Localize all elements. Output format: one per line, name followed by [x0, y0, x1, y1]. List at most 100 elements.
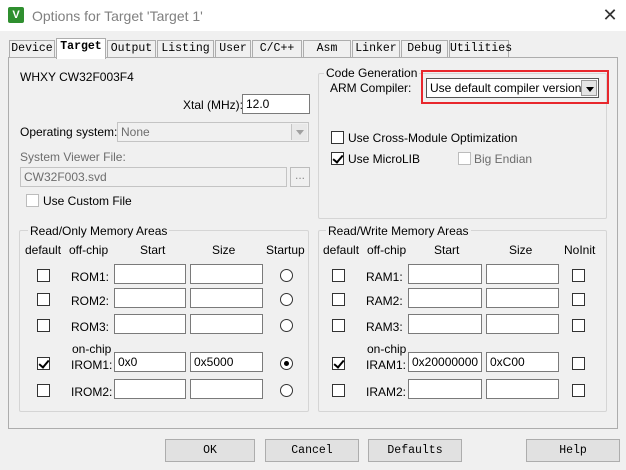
ram-row-name: IRAM1: — [366, 358, 407, 372]
annotation-highlight-box — [421, 70, 609, 104]
ram-size-input[interactable]: 0xC00 — [486, 352, 559, 372]
rom-header-offchip: off-chip — [69, 243, 109, 257]
close-icon[interactable]: ✕ — [596, 2, 624, 28]
ram-default-checkbox[interactable] — [332, 384, 345, 397]
tab-output[interactable]: Output — [107, 40, 156, 58]
ram-size-input[interactable] — [486, 314, 559, 334]
ram-row-name: RAM3: — [366, 320, 403, 334]
ram-header-offchip: off-chip — [367, 243, 407, 257]
ram-default-checkbox[interactable] — [332, 269, 345, 282]
arm-compiler-label: ARM Compiler: — [330, 81, 412, 95]
rom-startup-radio[interactable] — [280, 384, 293, 397]
microlib-label: Use MicroLIB — [348, 152, 421, 166]
ram-start-input[interactable] — [408, 288, 482, 308]
ram-header-noinit: NoInit — [564, 243, 596, 257]
rom-start-input[interactable]: 0x0 — [114, 352, 186, 372]
rom-start-input[interactable] — [114, 288, 186, 308]
svd-input[interactable]: CW32F003.svd — [20, 167, 287, 187]
ram-row-name: IRAM2: — [366, 385, 407, 399]
xtal-label: Xtal (MHz): — [183, 98, 243, 112]
ram-noinit-checkbox[interactable] — [572, 357, 585, 370]
rom-default-checkbox[interactable] — [37, 357, 50, 370]
ram-start-input[interactable] — [408, 379, 482, 399]
ram-start-input[interactable]: 0x20000000 — [408, 352, 482, 372]
rom-default-checkbox[interactable] — [37, 319, 50, 332]
rom-start-input[interactable] — [114, 314, 186, 334]
rom-startup-radio[interactable] — [280, 357, 293, 370]
tab-asm[interactable]: Asm — [303, 40, 351, 58]
ram-noinit-checkbox[interactable] — [572, 269, 585, 282]
code-generation-title: Code Generation — [324, 66, 420, 80]
rom-header-startup: Startup — [266, 243, 305, 257]
rom-size-input[interactable] — [190, 314, 263, 334]
tab-debug[interactable]: Debug — [401, 40, 448, 58]
ram-header-start: Start — [434, 243, 460, 257]
rom-default-checkbox[interactable] — [37, 269, 50, 282]
rom-start-input[interactable] — [114, 264, 186, 284]
rom-startup-radio[interactable] — [280, 319, 293, 332]
ram-default-checkbox[interactable] — [332, 293, 345, 306]
ram-size-input[interactable] — [486, 379, 559, 399]
big-endian-checkbox[interactable] — [458, 152, 471, 165]
tab-utilities[interactable]: Utilities — [449, 40, 512, 58]
ram-size-input[interactable] — [486, 264, 559, 284]
rom-start-input[interactable] — [114, 379, 186, 399]
tab-device[interactable]: Device — [9, 40, 55, 58]
ram-header-default: default — [323, 243, 360, 257]
rom-row-name: ROM1: — [71, 270, 110, 284]
rom-startup-radio[interactable] — [280, 293, 293, 306]
rom-default-checkbox[interactable] — [37, 293, 50, 306]
ram-noinit-checkbox[interactable] — [572, 293, 585, 306]
rom-row-name: ROM3: — [71, 320, 110, 334]
ram-header-size: Size — [509, 243, 533, 257]
ram-default-checkbox[interactable] — [332, 319, 345, 332]
cross-module-checkbox[interactable] — [331, 131, 344, 144]
rom-areas-title: Read/Only Memory Areas — [28, 224, 170, 238]
cross-module-label: Use Cross-Module Optimization — [348, 131, 518, 145]
ram-noinit-checkbox[interactable] — [572, 319, 585, 332]
rom-startup-radio[interactable] — [280, 269, 293, 282]
ram-start-input[interactable] — [408, 314, 482, 334]
rom-header-size: Size — [212, 243, 236, 257]
big-endian-label: Big Endian — [474, 152, 533, 166]
os-select[interactable]: None — [117, 122, 309, 142]
os-label: Operating system: — [20, 125, 118, 139]
keil-app-icon: V — [8, 7, 24, 23]
tab-user[interactable]: User — [215, 40, 251, 58]
ok-button[interactable]: OK — [165, 439, 255, 462]
svd-label: System Viewer File: — [20, 150, 126, 164]
cancel-button[interactable]: Cancel — [265, 439, 359, 462]
tab-listing[interactable]: Listing — [157, 40, 214, 58]
ram-size-input[interactable] — [486, 288, 559, 308]
ram-start-input[interactable] — [408, 264, 482, 284]
custom-file-label: Use Custom File — [43, 194, 132, 208]
device-name: WHXY CW32F003F4 — [20, 70, 134, 84]
svd-browse-button[interactable]: ... — [290, 167, 310, 187]
window-title: Options for Target 'Target 1' — [32, 8, 203, 24]
ram-areas-title: Read/Write Memory Areas — [326, 224, 471, 238]
rom-row-name: IROM1: — [71, 358, 113, 372]
tab-c-cpp[interactable]: C/C++ — [252, 40, 302, 58]
ram-default-checkbox[interactable] — [332, 357, 345, 370]
xtal-input[interactable]: 12.0 — [242, 94, 310, 114]
rom-size-input[interactable] — [190, 264, 263, 284]
rom-size-input[interactable]: 0x5000 — [190, 352, 263, 372]
rom-header-default: default — [25, 243, 62, 257]
rom-row-name: IROM2: — [71, 385, 113, 399]
help-button[interactable]: Help — [526, 439, 620, 462]
tab-target[interactable]: Target — [56, 38, 106, 59]
tab-strip: Device Target Output Listing User C/C++ … — [8, 38, 618, 59]
microlib-checkbox[interactable] — [331, 152, 344, 165]
rom-size-input[interactable] — [190, 379, 263, 399]
tab-linker[interactable]: Linker — [352, 40, 400, 58]
custom-file-checkbox[interactable] — [26, 194, 39, 207]
chevron-down-icon — [291, 124, 307, 140]
ram-noinit-checkbox[interactable] — [572, 384, 585, 397]
title-bar: V Options for Target 'Target 1' ✕ — [0, 0, 626, 31]
defaults-button[interactable]: Defaults — [368, 439, 462, 462]
ram-row-name: RAM1: — [366, 270, 403, 284]
rom-row-name: ROM2: — [71, 294, 110, 308]
rom-size-input[interactable] — [190, 288, 263, 308]
ram-row-name: RAM2: — [366, 294, 403, 308]
rom-default-checkbox[interactable] — [37, 384, 50, 397]
